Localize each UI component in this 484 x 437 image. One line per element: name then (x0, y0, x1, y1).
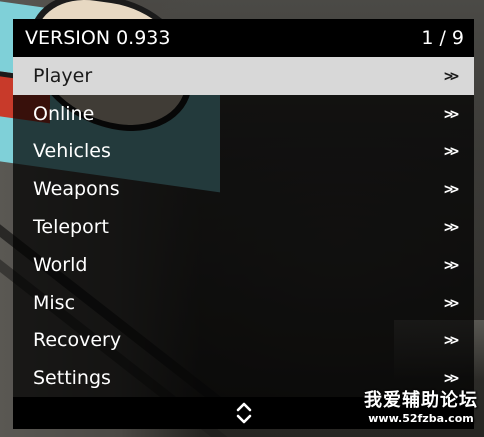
menu-item-label: Settings (33, 367, 111, 390)
scroll-up-down-icon[interactable] (235, 401, 253, 425)
menu-item-label: Online (33, 102, 95, 125)
chevron-right-icon: >> (443, 104, 459, 123)
menu-header: VERSION 0.933 1 / 9 (13, 19, 474, 57)
chevron-right-icon: >> (443, 293, 459, 312)
menu-item-label: Teleport (33, 216, 109, 239)
chevron-right-icon: >> (443, 369, 459, 388)
chevron-right-icon: >> (443, 142, 459, 161)
chevron-right-icon: >> (443, 255, 459, 274)
watermark-url: www.52fzba.com (368, 412, 474, 425)
menu-item-player[interactable]: Player >> (13, 57, 474, 95)
menu-item-label: Misc (33, 291, 76, 314)
version-label: VERSION 0.933 (25, 27, 171, 49)
menu-item-vehicles[interactable]: Vehicles >> (13, 133, 474, 171)
menu-item-label: World (33, 253, 88, 276)
menu-item-misc[interactable]: Misc >> (13, 284, 474, 322)
menu-item-label: Weapons (33, 178, 120, 201)
menu-item-teleport[interactable]: Teleport >> (13, 208, 474, 246)
watermark-title: 我爱辅助论坛 (364, 390, 478, 411)
menu-item-list: Player >> Online >> Vehicles >> Weapons … (13, 57, 474, 398)
menu-item-recovery[interactable]: Recovery >> (13, 322, 474, 360)
menu-item-world[interactable]: World >> (13, 246, 474, 284)
menu-item-online[interactable]: Online >> (13, 95, 474, 133)
chevron-right-icon: >> (443, 331, 459, 350)
mod-menu: VERSION 0.933 1 / 9 Player >> Online >> … (13, 19, 474, 430)
menu-item-label: Vehicles (33, 140, 111, 163)
menu-item-weapons[interactable]: Weapons >> (13, 170, 474, 208)
chevron-right-icon: >> (443, 218, 459, 237)
menu-item-label: Player (33, 64, 93, 87)
site-watermark: 我爱辅助论坛 www.52fzba.com (364, 390, 478, 426)
chevron-right-icon: >> (443, 180, 459, 199)
chevron-right-icon: >> (443, 66, 459, 85)
page-counter: 1 / 9 (421, 27, 464, 49)
menu-item-label: Recovery (33, 329, 122, 352)
